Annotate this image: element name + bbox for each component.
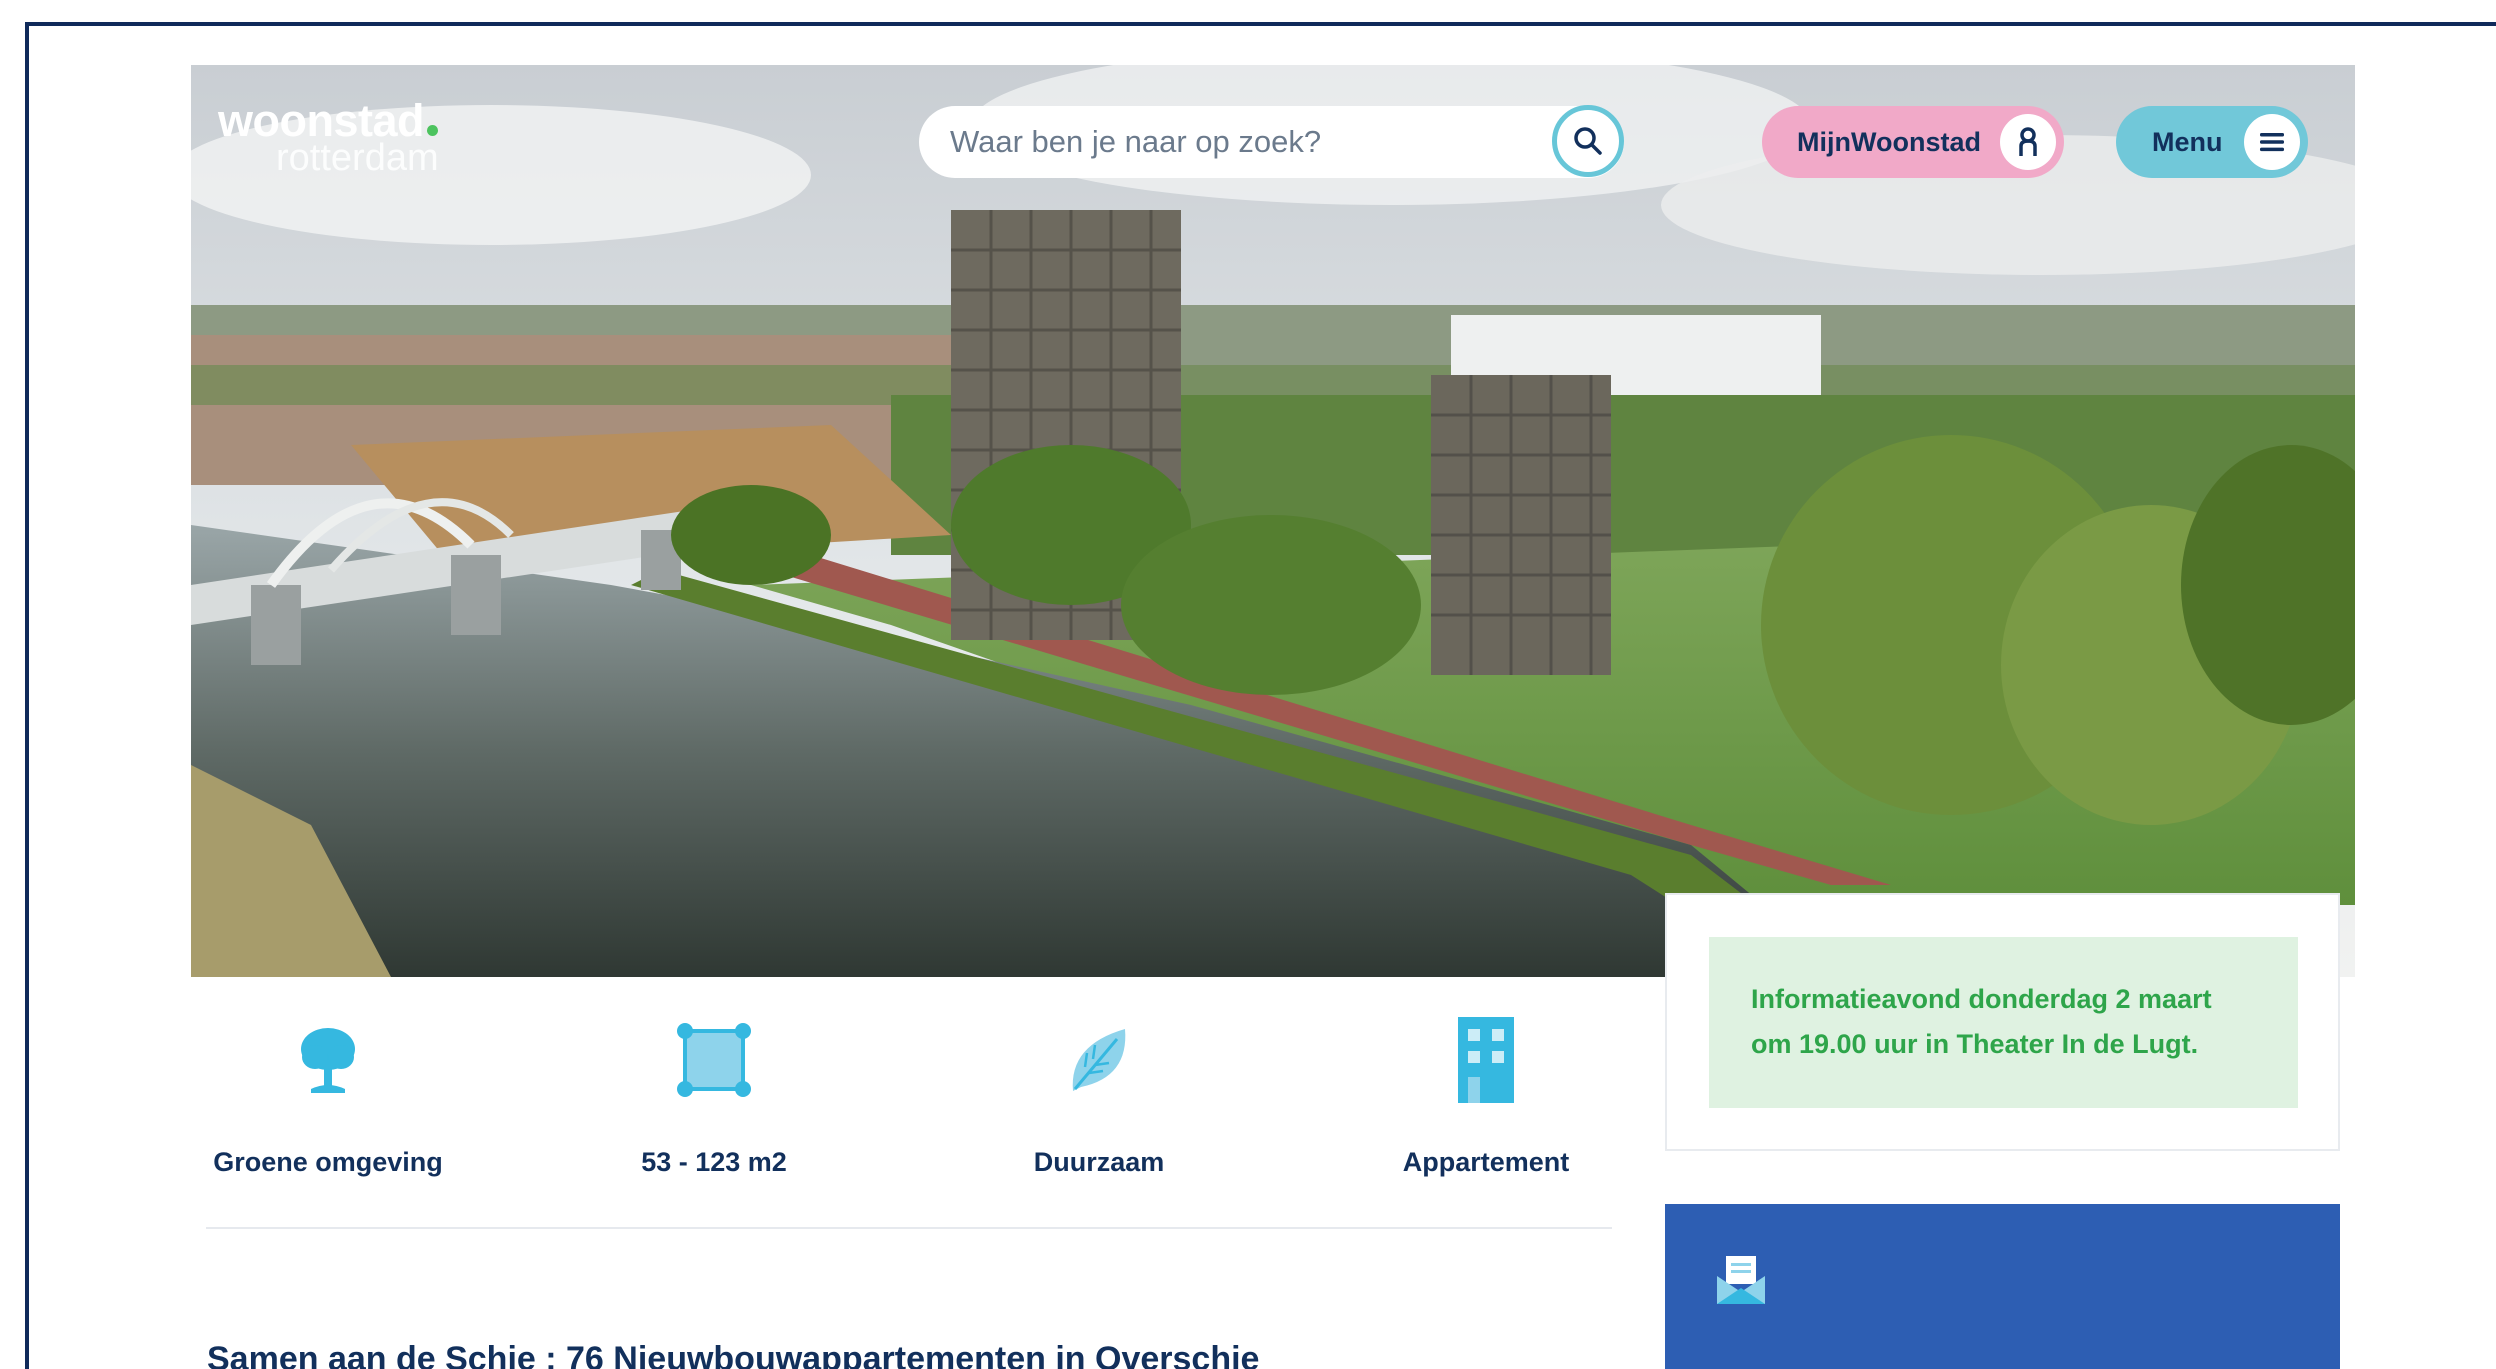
feature-label: Appartement — [1402, 1147, 1570, 1177]
building-icon — [1458, 1017, 1514, 1103]
feature-appartement: Appartement — [1326, 1015, 1646, 1178]
area-icon — [677, 1023, 751, 1097]
tree-icon — [301, 1028, 355, 1093]
page-title: Samen aan de Schie : 76 Nieuwbouwapparte… — [207, 1340, 1260, 1369]
logo-dot — [427, 125, 438, 136]
mijnwoonstad-button[interactable]: MijnWoonstad — [1762, 106, 2064, 178]
search-input[interactable]: Waar ben je naar op zoek? — [919, 106, 1624, 178]
mijnwoonstad-label: MijnWoonstad — [1797, 126, 1981, 157]
section-divider — [206, 1227, 1612, 1229]
user-icon — [2019, 127, 2037, 156]
search-placeholder: Waar ben je naar op zoek? — [950, 124, 1322, 159]
feature-groene-omgeving: Groene omgeving — [168, 1015, 488, 1178]
woonstad-logo[interactable]: woonstad rotterdam — [218, 98, 439, 177]
info-line-2: om 19.00 uur in Theater In de Lugt. — [1751, 1029, 2199, 1059]
hero-photo — [191, 65, 2355, 977]
feature-label: 53 - 123 m2 — [641, 1147, 787, 1177]
mail-icon — [1717, 1256, 1765, 1304]
feature-duurzaam: Duurzaam — [939, 1015, 1259, 1178]
search-button[interactable] — [1552, 105, 1624, 177]
leaf-icon — [1072, 1029, 1126, 1091]
info-line-1: Informatieavond donderdag 2 maart — [1751, 984, 2212, 1014]
user-icon-wrap — [2000, 114, 2056, 170]
feature-label: Duurzaam — [1033, 1147, 1165, 1177]
search-icon — [1574, 127, 1602, 155]
contact-card — [1665, 1204, 2340, 1369]
hamburger-icon-wrap — [2244, 114, 2300, 170]
menu-label: Menu — [2152, 126, 2223, 157]
hero-image — [191, 65, 2355, 977]
menu-button[interactable]: Menu — [2116, 106, 2308, 178]
info-notice: Informatieavond donderdag 2 maart om 19.… — [1709, 937, 2298, 1108]
feature-area: 53 - 123 m2 — [554, 1015, 874, 1178]
hamburger-icon — [2260, 133, 2284, 152]
feature-label: Groene omgeving — [213, 1147, 443, 1177]
info-card: Informatieavond donderdag 2 maart om 19.… — [1665, 893, 2340, 1151]
